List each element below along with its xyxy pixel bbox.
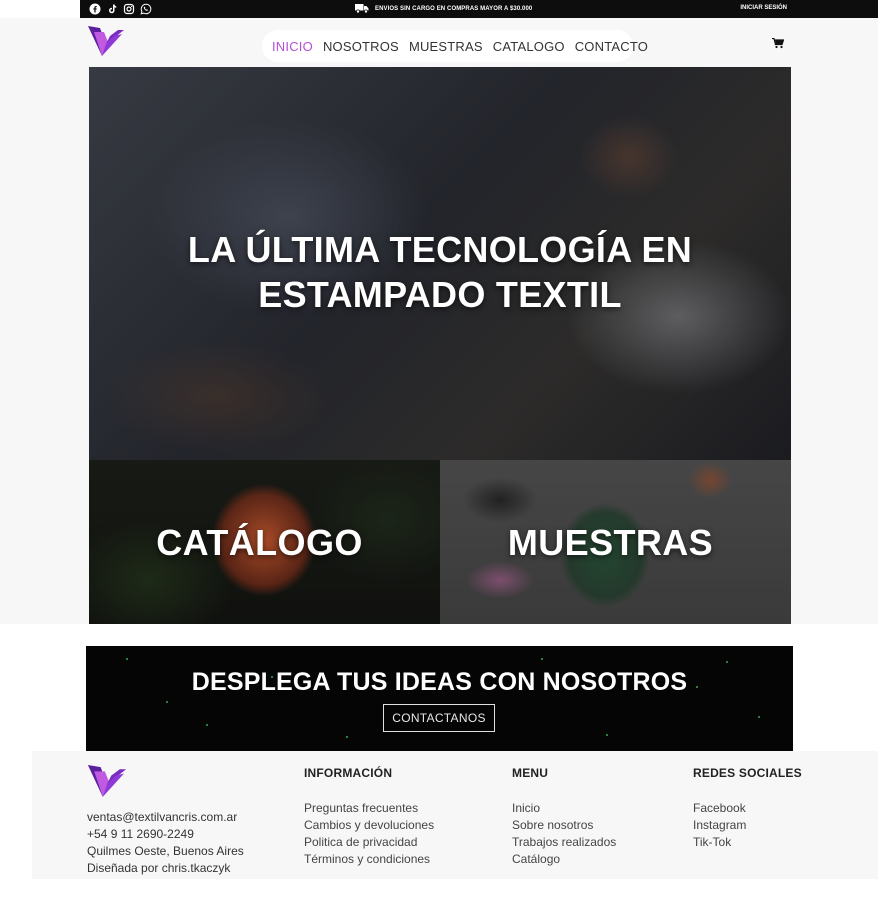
footer-social-column: REDES SOCIALES Facebook Instagram Tik-To… — [693, 766, 802, 851]
footer-link-terms[interactable]: Términos y condiciones — [304, 851, 434, 868]
contact-button[interactable]: CONTACTANOS — [383, 704, 495, 732]
design-credit: Diseñada por chris.tkaczyk — [87, 861, 231, 875]
footer-link-home[interactable]: Inicio — [512, 800, 616, 817]
hero-banner: LA ÚLTIMA TECNOLOGÍA EN ESTAMPADO TEXTIL — [89, 67, 791, 460]
tiktok-icon[interactable] — [106, 3, 118, 15]
star-dot — [758, 716, 760, 718]
cart-icon[interactable] — [772, 38, 784, 49]
star-dot — [541, 658, 543, 660]
free-shipping-notice: ENVIOS SIN CARGO EN COMPRAS MAYOR A $30.… — [355, 3, 532, 14]
cta-banner: DESPLEGA TUS IDEAS CON NOSOTROS CONTACTA… — [86, 646, 793, 751]
star-dot — [726, 661, 728, 663]
footer-link-works[interactable]: Trabajos realizados — [512, 834, 616, 851]
footer-link-instagram[interactable]: Instagram — [693, 817, 802, 834]
instagram-icon[interactable] — [123, 3, 135, 15]
nav-inicio[interactable]: INICIO — [272, 39, 313, 54]
footer-link-returns[interactable]: Cambios y devoluciones — [304, 817, 434, 834]
star-dot — [606, 734, 608, 736]
footer-social-title: REDES SOCIALES — [693, 766, 802, 780]
social-icons — [89, 3, 152, 15]
main-nav: INICIO NOSOTROS MUESTRAS CATALOGO CONTAC… — [262, 30, 648, 62]
contact-email: ventas@textilvancris.com.ar — [87, 810, 238, 824]
nav-catalogo[interactable]: CATALOGO — [493, 39, 565, 54]
catalog-tile[interactable]: CATÁLOGO — [89, 460, 440, 624]
catalog-tile-label: CATÁLOGO — [156, 522, 363, 563]
samples-tile[interactable]: MUESTRAS — [440, 460, 791, 624]
announcement-bar: ENVIOS SIN CARGO EN COMPRAS MAYOR A $30.… — [80, 0, 878, 18]
nav-muestras[interactable]: MUESTRAS — [409, 39, 483, 54]
star-dot — [166, 701, 168, 703]
footer-info-title: INFORMACIÓN — [304, 766, 393, 780]
star-dot — [206, 724, 208, 726]
footer-link-about[interactable]: Sobre nosotros — [512, 817, 616, 834]
facebook-icon[interactable] — [89, 3, 101, 15]
nav-contacto[interactable]: CONTACTO — [575, 39, 648, 54]
hero-title-line1: LA ÚLTIMA TECNOLOGÍA EN — [187, 229, 693, 270]
star-dot — [346, 736, 348, 738]
footer-contact: ventas@textilvancris.com.ar +54 9 11 269… — [87, 809, 244, 877]
contact-phone: +54 9 11 2690-2249 — [87, 827, 194, 841]
login-link[interactable]: INICIAR SESIÓN — [740, 5, 787, 11]
hero-title-line2: ESTAMPADO TEXTIL — [258, 274, 622, 315]
footer-menu-column: MENU Inicio Sobre nosotros Trabajos real… — [512, 766, 616, 868]
footer-link-privacy[interactable]: Politica de privacidad — [304, 834, 434, 851]
site-header: INICIO NOSOTROS MUESTRAS CATALOGO CONTAC… — [0, 18, 878, 67]
site-footer: ventas@textilvancris.com.ar +54 9 11 269… — [32, 751, 878, 879]
truck-icon — [355, 4, 369, 14]
contact-address: Quilmes Oeste, Buenos Aires — [87, 844, 244, 858]
hero-title: LA ÚLTIMA TECNOLOGÍA EN ESTAMPADO TEXTIL — [89, 227, 791, 317]
cta-title: DESPLEGA TUS IDEAS CON NOSOTROS — [191, 668, 688, 696]
star-dot — [126, 658, 128, 660]
whatsapp-icon[interactable] — [140, 3, 152, 15]
brand-logo[interactable] — [88, 26, 124, 58]
samples-tile-label: MUESTRAS — [507, 522, 714, 563]
footer-link-facebook[interactable]: Facebook — [693, 800, 802, 817]
footer-link-tiktok[interactable]: Tik-Tok — [693, 834, 802, 851]
footer-menu-title: MENU — [512, 766, 549, 780]
footer-logo — [87, 765, 127, 797]
footer-info-column: INFORMACIÓN Preguntas frecuentes Cambios… — [304, 766, 434, 868]
footer-link-faq[interactable]: Preguntas frecuentes — [304, 800, 434, 817]
shipping-text: ENVIOS SIN CARGO EN COMPRAS MAYOR A $30.… — [375, 5, 533, 12]
footer-link-catalog[interactable]: Catálogo — [512, 851, 616, 868]
nav-nosotros[interactable]: NOSOTROS — [323, 39, 399, 54]
